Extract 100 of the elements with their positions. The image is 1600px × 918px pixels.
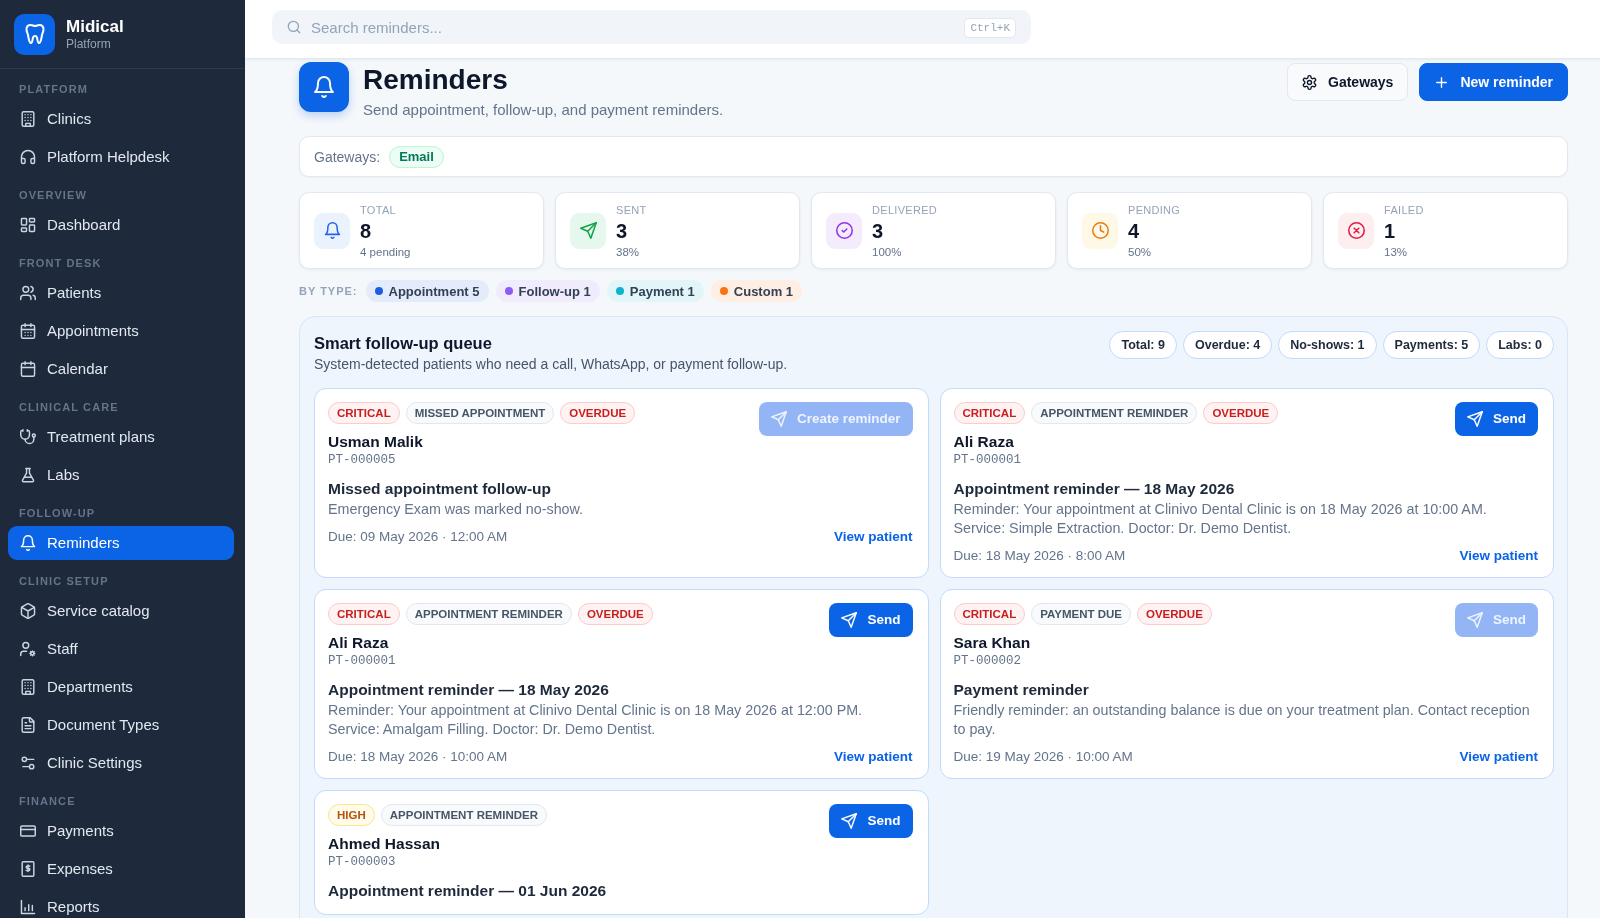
stat-value: 1	[1384, 218, 1397, 244]
stat-label: SENT	[616, 202, 647, 217]
reminder-title: Appointment reminder — 01 Jun 2026	[328, 880, 608, 901]
sidebar-item[interactable]: Payments	[8, 814, 234, 848]
new-reminder-button[interactable]: New reminder	[1419, 63, 1568, 101]
headphones-icon	[20, 149, 36, 165]
stat-label: TOTAL	[360, 202, 397, 217]
gateways-button[interactable]: Gateways	[1287, 63, 1409, 101]
count-pill: Total: 9	[1109, 331, 1177, 359]
stat-value: 3	[616, 218, 629, 244]
page-subtitle: Send appointment, follow-up, and payment reminders.	[363, 100, 724, 120]
sidebar-item[interactable]: Appointments	[8, 314, 234, 348]
stat-value: 4	[1128, 218, 1141, 244]
patient-id: PT-000001	[953, 451, 1022, 468]
stat-label: DELIVERED	[872, 202, 938, 217]
patient-name: Ahmed Hassan	[328, 833, 441, 854]
sidebar-item[interactable]: Dashboard	[8, 208, 234, 242]
section-label: PLATFORM	[19, 82, 89, 97]
tag: OVERDUE	[560, 401, 636, 424]
page-title: Reminders	[363, 63, 509, 97]
building-icon	[20, 111, 36, 127]
sidebar-item[interactable]: Platform Helpdesk	[8, 140, 234, 174]
due-date: Due: 19 May 2026 · 10:00 AM	[953, 747, 1133, 766]
view-patient-link[interactable]: View patient	[833, 527, 913, 546]
reminder-message: Friendly reminder: an outstanding balance is due on your treatment plan. Contact reception to pay.	[953, 700, 1531, 739]
building-icon	[20, 679, 36, 695]
tag: OVERDUE	[1203, 401, 1279, 424]
tag: CRITICAL	[953, 401, 1026, 424]
sidebar-item[interactable]: Calendar	[8, 352, 234, 386]
action-button[interactable]: Send	[829, 803, 913, 838]
tag: CRITICAL	[328, 401, 400, 424]
queue-title: Smart follow-up queue	[314, 333, 493, 354]
patient-id: PT-000002	[953, 652, 1022, 669]
sidebar-item[interactable]: Departments	[8, 670, 234, 704]
patient-name: Usman Malik	[328, 431, 424, 452]
stat-detail: 4 pending	[360, 244, 411, 259]
count-pill: Payments: 5	[1382, 331, 1481, 359]
tag: HIGH	[328, 803, 375, 826]
tag: MISSED APPOINTMENT	[405, 401, 555, 424]
reminder-message: Reminder: Your appointment at Clinivo Dental Clinic is on 18 May 2026 at 10:00 AM. Service: Simple Extraction. Doctor: Dr. Demo Dentist.	[953, 499, 1488, 538]
count-pill: Overdue: 4	[1182, 331, 1273, 359]
action-button[interactable]: Send	[1455, 401, 1538, 436]
tag: CRITICAL	[328, 602, 400, 625]
sidebar-item[interactable]: Expenses	[8, 852, 234, 886]
stat-label: PENDING	[1128, 202, 1181, 217]
send-icon	[841, 812, 858, 829]
calendar-icon	[20, 323, 36, 339]
grid-icon	[20, 217, 36, 233]
count-pill: Labs: 0	[1486, 331, 1554, 359]
flask-icon	[20, 467, 36, 483]
reminder-title: Missed appointment follow-up	[328, 478, 553, 499]
view-patient-link[interactable]: View patient	[833, 747, 913, 766]
credit-card-icon	[20, 823, 36, 839]
view-patient-link[interactable]: View patient	[1459, 546, 1538, 565]
sidebar-item[interactable]: Reports	[8, 890, 234, 918]
sidebar-item[interactable]: Patients	[8, 276, 234, 310]
patient-name: Sara Khan	[953, 632, 1032, 653]
bar-chart-icon	[20, 899, 36, 915]
section-label: FOLLOW-UP	[19, 506, 96, 521]
sidebar-item[interactable]: Treatment plans	[8, 420, 234, 454]
view-patient-link[interactable]: View patient	[1459, 747, 1538, 766]
receipt-icon	[20, 861, 36, 877]
patient-name: Ali Raza	[328, 632, 390, 653]
section-label: OVERVIEW	[19, 188, 87, 203]
users-icon	[20, 285, 36, 301]
tag: CRITICAL	[953, 602, 1026, 625]
send-icon	[570, 212, 606, 249]
stat-detail: 50%	[1128, 244, 1153, 259]
stat-detail: 38%	[616, 244, 641, 259]
reminder-title: Payment reminder	[953, 679, 1090, 700]
sidebar-item[interactable]: Staff	[8, 632, 234, 666]
user-gear-icon	[20, 641, 36, 657]
section-label: FINANCE	[19, 794, 76, 809]
sidebar-item[interactable]: Clinic Settings	[8, 746, 234, 780]
stat-value: 8	[360, 218, 373, 244]
send-icon	[770, 410, 787, 427]
sidebar-item[interactable]: Clinics	[8, 102, 234, 136]
sliders-icon	[20, 755, 36, 771]
reminder-title: Appointment reminder — 18 May 2026	[953, 478, 1236, 499]
section-label: FRONT DESK	[19, 256, 102, 271]
queue-subtitle: System-detected patients who need a call, WhatsApp, or payment follow-up.	[314, 355, 788, 374]
sidebar-item[interactable]: Labs	[8, 458, 234, 492]
patient-id: PT-000003	[328, 853, 397, 870]
type-label: Follow-up 1	[518, 283, 591, 299]
sidebar-item[interactable]: Document Types	[8, 708, 234, 742]
type-label: Appointment 5	[388, 283, 480, 299]
plus-icon	[1434, 74, 1450, 90]
gateway-tag: Email	[389, 145, 444, 168]
patient-id: PT-000005	[328, 451, 397, 468]
tag: PAYMENT DUE	[1031, 602, 1131, 625]
reminder-message: Emergency Exam was marked no-show.	[328, 499, 585, 519]
search-icon	[287, 20, 301, 34]
sidebar-item[interactable]: Service catalog	[8, 594, 234, 628]
stat-detail: 100%	[872, 244, 903, 259]
sidebar-item[interactable]: Reminders	[8, 526, 234, 560]
section-label: CLINICAL CARE	[19, 400, 119, 415]
bell-icon	[299, 62, 349, 112]
due-date: Due: 09 May 2026 · 12:00 AM	[328, 527, 508, 546]
action-button[interactable]: Send	[829, 602, 913, 637]
clock-icon	[1082, 212, 1118, 249]
